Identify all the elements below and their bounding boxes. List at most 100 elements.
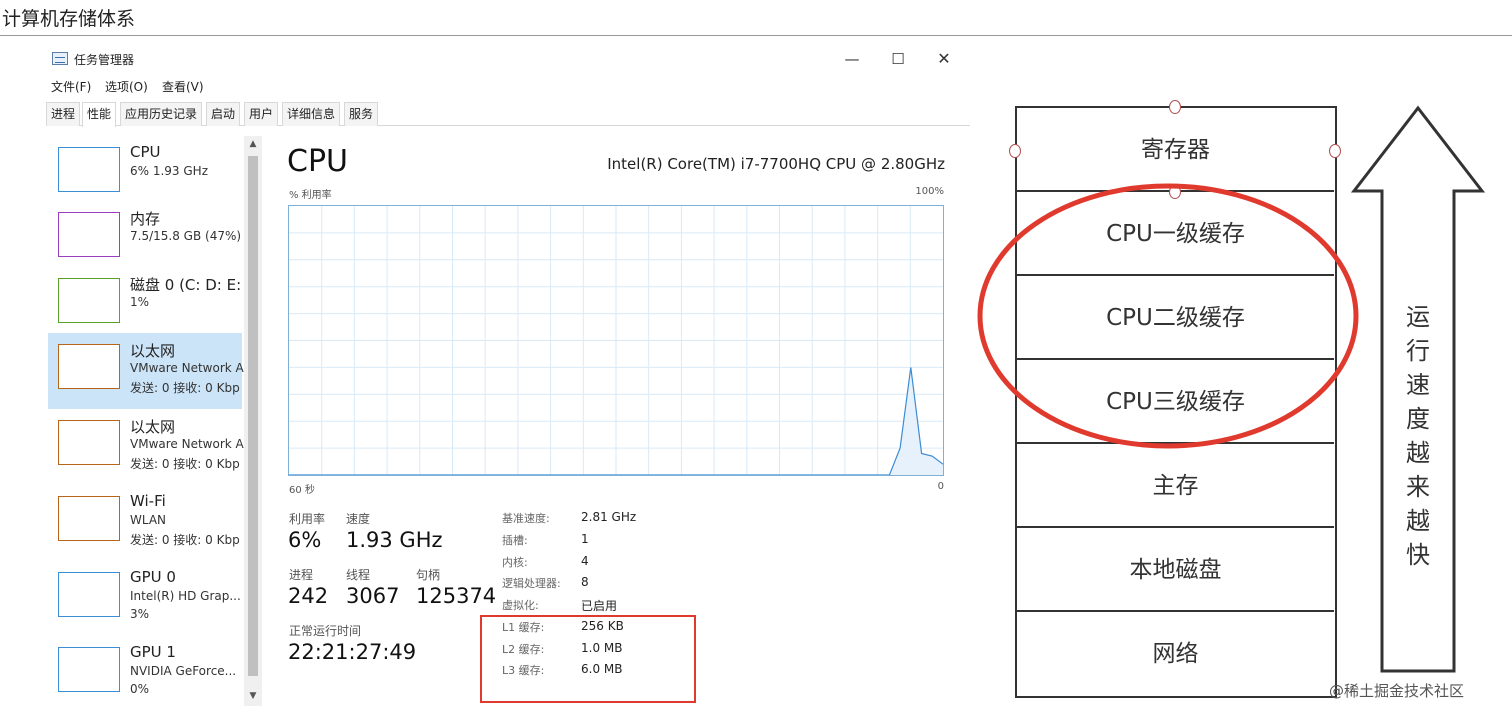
cache-highlight-ellipse <box>977 183 1359 449</box>
menu-options[interactable]: 选项(O) <box>105 78 148 95</box>
tab-users[interactable]: 用户 <box>244 102 279 126</box>
sidebar-item-detail: 6% 1.93 GHz <box>130 164 209 178</box>
sidebar-item-detail: 7.5/15.8 GB (47%) <box>130 229 242 243</box>
tab-app-history[interactable]: 应用历史记录 <box>120 102 203 126</box>
menu-file[interactable]: 文件(F) <box>51 78 91 95</box>
graph-time-start: 60 秒 <box>289 485 315 496</box>
ethernet-thumbnail <box>58 344 120 389</box>
sidebar-item-detail: Intel(R) HD Grap... <box>130 589 241 603</box>
speed-char: 速 <box>1406 371 1430 399</box>
title-divider <box>0 35 1512 36</box>
task-manager-icon <box>52 52 68 65</box>
sidebar-item-usage: 0% <box>130 682 150 696</box>
watermark: @稀土掘金技术社区 <box>1329 682 1465 700</box>
tab-performance[interactable]: 性能 <box>82 102 117 127</box>
sidebar-item-gpu-0[interactable]: GPU 0 Intel(R) HD Grap... 3% <box>48 561 242 637</box>
speed-value: 1.93 GHz <box>346 528 443 552</box>
storage-hierarchy-diagram: 寄存器 CPU一级缓存 CPU二级缓存 CPU三级缓存 主存 本地磁盘 网络 运… <box>975 96 1512 720</box>
uptime-value: 22:21:27:49 <box>288 640 417 664</box>
speed-char: 快 <box>1406 541 1430 569</box>
sidebar-item-name: GPU 1 <box>130 643 176 661</box>
speed-char: 来 <box>1406 473 1430 501</box>
utilization-label: 利用率 <box>289 512 326 526</box>
base-speed-value: 2.81 GHz <box>581 510 637 524</box>
maximize-button[interactable]: ☐ <box>886 48 910 70</box>
task-manager-window: 任务管理器 — ☐ ✕ 文件(F) 选项(O) 查看(V) 进程 性能 应用历史… <box>44 44 970 714</box>
logical-processors-value: 8 <box>581 575 589 589</box>
speed-char: 运 <box>1406 303 1430 331</box>
cpu-thumbnail <box>58 147 120 192</box>
wifi-thumbnail <box>58 496 120 541</box>
sidebar-scrollbar[interactable]: ▲ ▼ <box>244 136 262 706</box>
sidebar-item-detail: VMware Network A <box>130 361 244 375</box>
resource-sidebar: CPU 6% 1.93 GHz 内存 7.5/15.8 GB (47%) 磁盘 … <box>44 136 262 714</box>
tab-details[interactable]: 详细信息 <box>282 102 341 126</box>
logical-processors-key: 逻辑处理器: <box>502 577 561 590</box>
sidebar-item-ethernet-2[interactable]: 以太网 VMware Network A 发送: 0 接收: 0 Kbp <box>48 409 244 485</box>
gpu-thumbnail <box>58 647 120 692</box>
virtualization-value: 已启用 <box>581 599 618 613</box>
utilization-value: 6% <box>288 528 322 552</box>
handles-value: 125374 <box>416 584 497 608</box>
speed-char: 度 <box>1406 405 1430 433</box>
ethernet-thumbnail <box>58 420 120 465</box>
cpu-heading: CPU <box>287 144 348 179</box>
sidebar-item-detail: NVIDIA GeForce... <box>130 664 237 678</box>
cpu-model-name: Intel(R) Core(TM) i7-7700HQ CPU @ 2.80GH… <box>607 155 945 173</box>
sidebar-item-throughput: 发送: 0 接收: 0 Kbp <box>130 381 240 395</box>
utilization-axis-label: % 利用率 <box>289 190 332 201</box>
sidebar-item-detail: 1% <box>130 295 150 309</box>
threads-value: 3067 <box>346 584 400 608</box>
tab-processes[interactable]: 进程 <box>46 102 81 126</box>
sockets-key: 插槽: <box>502 534 528 547</box>
sidebar-item-name: 磁盘 0 (C: D: E: <box>130 276 242 294</box>
memory-thumbnail <box>58 212 120 257</box>
base-speed-key: 基准速度: <box>502 512 550 525</box>
cores-key: 内核: <box>502 556 528 569</box>
virtualization-key: 虚拟化: <box>502 599 539 612</box>
sidebar-item-name: 内存 <box>130 210 161 228</box>
sidebar-item-name: 以太网 <box>130 342 176 360</box>
scroll-up-icon[interactable]: ▲ <box>244 136 262 152</box>
processes-label: 进程 <box>289 568 314 582</box>
sidebar-item-ethernet-1[interactable]: 以太网 VMware Network A 发送: 0 接收: 0 Kbp <box>48 333 244 409</box>
speed-char: 越 <box>1406 507 1430 535</box>
speed-char: 行 <box>1406 337 1430 365</box>
sidebar-item-usage: 3% <box>130 607 150 621</box>
sidebar-item-gpu-1[interactable]: GPU 1 NVIDIA GeForce... 0% <box>48 636 242 712</box>
disk-thumbnail <box>58 278 120 323</box>
cores-value: 4 <box>581 554 589 568</box>
sidebar-item-wifi[interactable]: Wi-Fi WLAN 发送: 0 接收: 0 Kbp <box>48 485 242 561</box>
sidebar-item-name: 以太网 <box>130 418 176 436</box>
handles-label: 句柄 <box>416 568 441 582</box>
sidebar-item-disk[interactable]: 磁盘 0 (C: D: E: 1% <box>48 267 242 343</box>
sockets-value: 1 <box>581 532 589 546</box>
gpu-thumbnail <box>58 572 120 617</box>
graph-time-end: 0 <box>937 481 944 492</box>
tab-bar: 进程 性能 应用历史记录 启动 用户 详细信息 服务 <box>46 102 970 127</box>
sidebar-item-detail: VMware Network A <box>130 437 244 451</box>
cpu-utilization-graph <box>288 205 944 476</box>
sidebar-item-throughput: 发送: 0 接收: 0 Kbp <box>130 533 240 547</box>
tab-services[interactable]: 服务 <box>344 102 379 126</box>
scroll-down-icon[interactable]: ▼ <box>244 688 262 704</box>
sidebar-item-memory[interactable]: 内存 7.5/15.8 GB (47%) <box>48 201 242 277</box>
sidebar-item-name: CPU <box>130 143 161 161</box>
speed-label: 速度 <box>346 512 371 526</box>
uptime-label: 正常运行时间 <box>289 624 362 638</box>
window-titlebar[interactable]: 任务管理器 — ☐ ✕ <box>44 44 970 74</box>
menu-view[interactable]: 查看(V) <box>162 78 204 95</box>
sidebar-item-throughput: 发送: 0 接收: 0 Kbp <box>130 457 240 471</box>
tab-startup[interactable]: 启动 <box>206 102 241 126</box>
scroll-thumb[interactable] <box>248 156 258 676</box>
processes-value: 242 <box>288 584 329 608</box>
close-button[interactable]: ✕ <box>932 48 956 70</box>
sidebar-item-detail: WLAN <box>130 513 167 527</box>
threads-label: 线程 <box>346 568 371 582</box>
minimize-button[interactable]: — <box>840 48 864 70</box>
cache-highlight-box <box>480 615 696 703</box>
window-title: 任务管理器 <box>74 53 135 67</box>
sidebar-item-name: GPU 0 <box>130 568 176 586</box>
utilization-axis-max: 100% <box>915 186 944 197</box>
speed-char: 越 <box>1406 439 1430 467</box>
